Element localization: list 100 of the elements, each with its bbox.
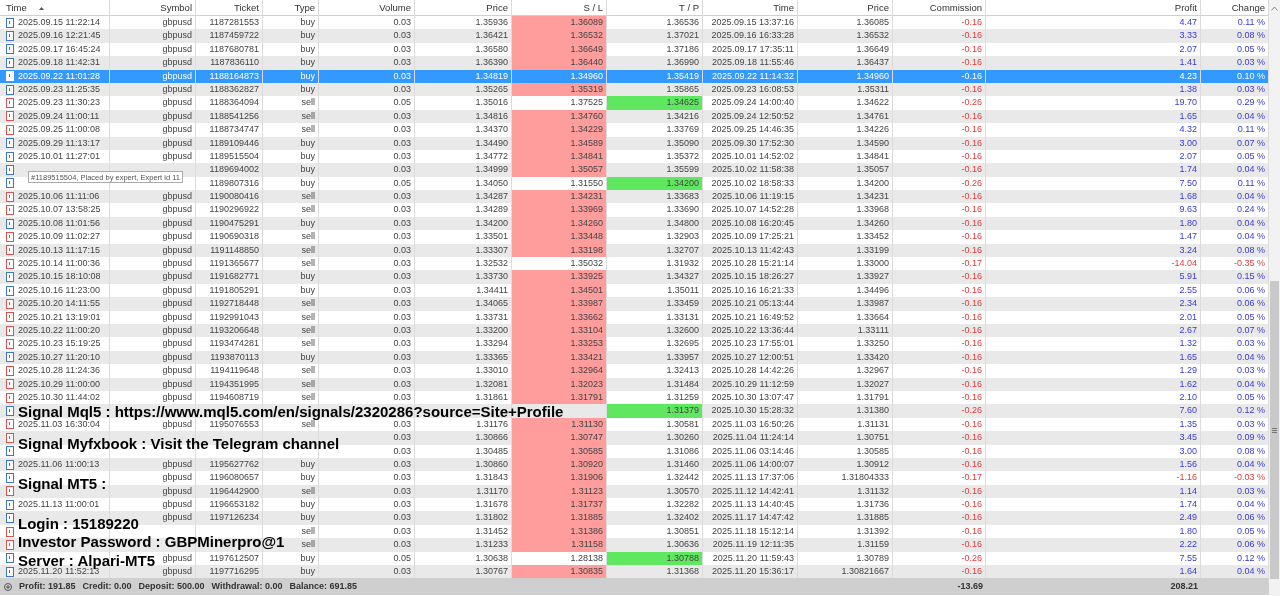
table-cell: buy: [263, 56, 319, 70]
table-cell: -0.16: [893, 56, 986, 70]
table-cell: sell: [263, 377, 319, 391]
table-row[interactable]: 2025.10.15 18:10:08 gbpusd 1191682771 buy 0.03 1.33730 1.33925 1.34327 2025.10.15 18:26:27 1.33927 -0.16 5.91 0.15 %: [0, 270, 1269, 284]
table-row[interactable]: 2025.09.18 11:42:31 gbpusd 1187836110 buy 0.03 1.36390 1.36440 1.36990 2025.09.18 11:55:46 1.36437 -0.16 1.41 0.03 %: [0, 56, 1269, 70]
table-cell: 1.31885: [512, 511, 607, 525]
summary-text: Credit: 0.00: [82, 580, 132, 594]
table-cell: gbpusd: [110, 337, 196, 351]
table-cell: -0.16: [893, 337, 986, 351]
table-cell: 2025.10.23 15:19:25: [18, 337, 101, 351]
order-icon: [6, 285, 14, 296]
sort-arrow-icon: [38, 6, 44, 10]
table-cell: -0.17: [893, 471, 986, 485]
table-cell: gbpusd: [110, 471, 196, 485]
table-cell: 2025.09.18 11:42:31: [18, 56, 100, 70]
table-cell: 1192718448: [196, 297, 263, 311]
table-cell-text: 2025.10.27 11:20:10: [18, 350, 100, 364]
order-icon: [6, 446, 14, 457]
scrollbar-thumb[interactable]: [1270, 281, 1279, 579]
table-cell: gbpusd: [110, 96, 196, 110]
overlay-text: Server : Alpari-MT5: [18, 553, 155, 568]
table-cell: -0.16: [893, 377, 986, 391]
table-cell: 3.00: [986, 136, 1201, 150]
table-cell: 0.03: [319, 29, 415, 43]
table-cell: -0.26: [893, 96, 986, 110]
table-cell: 2025.10.20 14:11:55: [18, 297, 100, 311]
table-cell: -0.16: [893, 270, 986, 284]
order-icon: [6, 298, 14, 309]
table-cell: 2025.10.30 15:28:32: [703, 404, 798, 418]
table-cell: 2025.10.09 17:25:21: [703, 230, 798, 244]
order-icon: [6, 165, 14, 175]
table-cell: 1.32413: [607, 364, 703, 378]
table-cell: -0.16: [893, 203, 986, 217]
order-icon: [6, 499, 14, 510]
table-cell: 1.33968: [798, 203, 893, 217]
table-cell: sell: [263, 297, 319, 311]
table-cell: -0.16: [893, 364, 986, 378]
table-cell: -0.16: [893, 511, 986, 525]
table-cell: 1.34231: [512, 190, 607, 204]
table-cell: 2025.09.30 17:52:30: [703, 136, 798, 150]
table-cell: 2025.11.17 14:47:42: [703, 511, 798, 525]
table-cell: 1.62: [986, 377, 1201, 391]
order-icon: [6, 17, 14, 28]
table-cell: 1.33927: [798, 270, 893, 284]
table-cell: 1.34625: [607, 96, 703, 110]
table-cell: 4.32: [986, 123, 1201, 137]
table-cell: 2.22: [986, 538, 1201, 552]
table-cell: gbpusd: [110, 56, 196, 70]
table-cell: 0.03: [319, 123, 415, 137]
scroll-up-icon[interactable]: [1271, 6, 1278, 11]
order-icon: [6, 473, 14, 483]
expand-icon[interactable]: [4, 582, 12, 591]
table-cell: 2025.10.21 05:13:44: [703, 297, 798, 311]
table-row[interactable]: 2025.10.06 11:11:06 gbpusd 1190080416 sell 0.03 1.34287 1.34231 1.33683 2025.10.06 11:19:15 1.34231 -0.16 1.68 0.04 %: [0, 190, 1269, 204]
table-cell: -0.16: [893, 444, 986, 458]
table-cell: 1193474281: [196, 337, 263, 351]
table-cell: 1.31380: [798, 404, 893, 418]
summary-text: Withdrawal: 0.00: [211, 580, 283, 594]
table-cell: 1194351995: [196, 377, 263, 391]
table-cell: 1.35090: [607, 136, 703, 150]
table-cell: sell: [263, 337, 319, 351]
table-cell: 2025.11.06 03:14:46: [703, 444, 798, 458]
table-cell: 1.31379: [607, 404, 703, 418]
overlay-text: Signal Mql5 : https://www.mql5.com/en/signals/2320286?source=Site+Profile: [18, 404, 564, 419]
order-icon: [6, 151, 14, 162]
table-row[interactable]: 2025.10.20 14:11:55 gbpusd 1192718448 sell 0.03 1.34065 1.33987 1.33459 2025.10.21 05:13:44 1.33987 -0.16 2.34 0.06 %: [0, 297, 1269, 311]
table-cell: 2025.11.13 17:37:06: [703, 471, 798, 485]
table-cell: 1.31158: [512, 538, 607, 552]
table-cell: 1194119648: [196, 364, 263, 378]
table-cell: 1.37021: [607, 29, 703, 43]
table-cell: 5.91: [986, 270, 1201, 284]
table-cell: buy: [263, 163, 319, 177]
table-cell: 1.36532: [512, 29, 607, 43]
grip-icon: [1272, 427, 1277, 433]
table-cell-text: 2025.09.15 11:22:14: [18, 16, 100, 29]
order-icon: [6, 205, 14, 216]
table-cell: 0.03: [319, 377, 415, 391]
scrollbar[interactable]: [1269, 0, 1280, 596]
table-cell: 19.70: [986, 96, 1201, 110]
table-cell: 1.33969: [512, 203, 607, 217]
table-cell: 1.34960: [512, 69, 607, 83]
table-cell: 1.35057: [512, 163, 607, 177]
table-cell: 3.45: [986, 431, 1201, 445]
table-cell: 1.29: [986, 364, 1201, 378]
order-icon: [6, 31, 14, 42]
table-cell: 2025.09.24 14:00:40: [703, 96, 798, 110]
table-cell: 1.41: [986, 56, 1201, 70]
table-cell: 1.30835: [512, 565, 607, 579]
table-cell: 2025.10.07 13:58:25: [18, 203, 101, 217]
table-cell: 1188364094: [196, 96, 263, 110]
table-cell: -0.16: [893, 29, 986, 43]
table-cell: 3.33: [986, 29, 1201, 43]
order-icon: [6, 432, 14, 443]
table-cell: gbpusd: [110, 230, 196, 244]
table-cell: buy: [263, 29, 319, 43]
table-row[interactable]: 2025.09.16 12:21:45 gbpusd 1187459722 buy 0.03 1.36421 1.36532 1.37021 2025.09.16 16:33:28 1.36532 -0.16 3.33 0.08 %: [0, 29, 1269, 43]
table-cell: 1.33987: [798, 297, 893, 311]
table-cell: 1.30747: [512, 431, 607, 445]
order-icon: [6, 138, 14, 149]
table-cell: -0.16: [893, 431, 986, 445]
